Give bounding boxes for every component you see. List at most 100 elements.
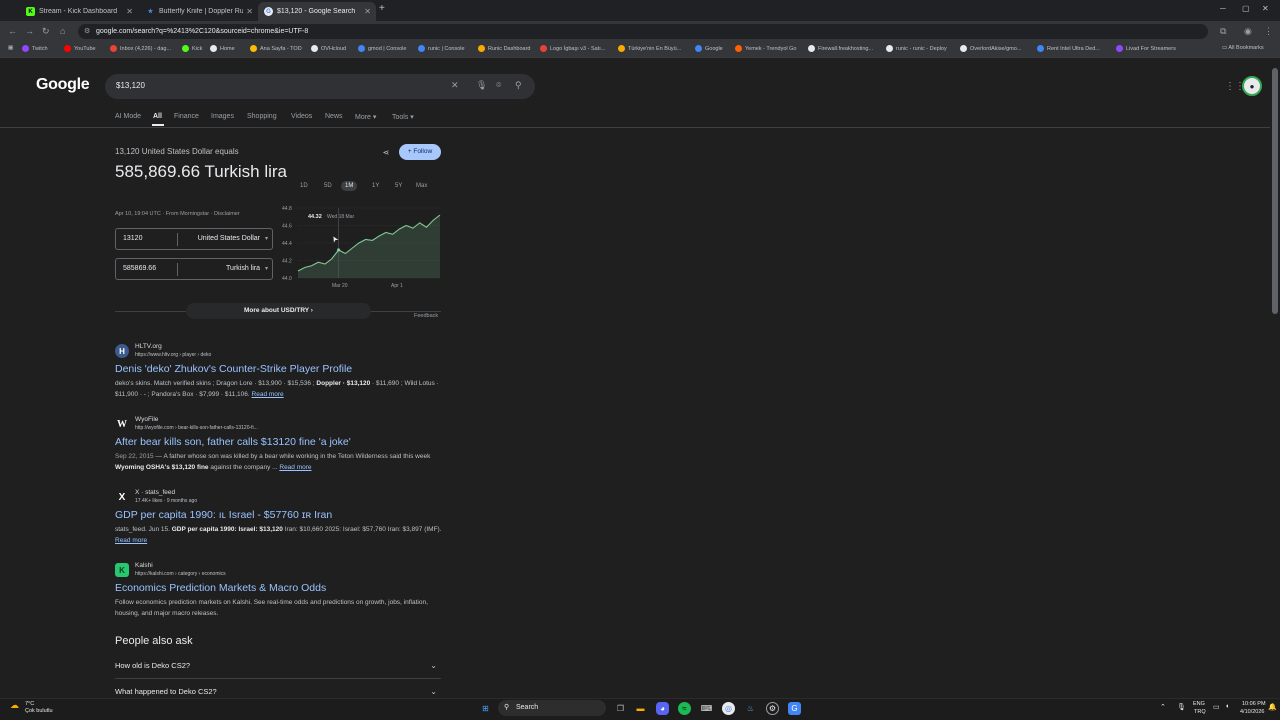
tab-ai-mode[interactable]: AI Mode [115, 113, 141, 120]
bookmark-item[interactable]: Rent Intel Ultra Ded... [1037, 45, 1100, 52]
feedback-link[interactable]: Feedback [414, 313, 438, 319]
task-view-icon[interactable]: ❐ [614, 702, 627, 715]
volume-icon[interactable]: ◖ [1225, 703, 1229, 710]
network-icon[interactable]: ▭ [1213, 703, 1220, 711]
bookmark-item[interactable]: Kick [182, 45, 202, 52]
bookmark-item[interactable]: Türkiye'nin En Büyü... [618, 45, 681, 52]
bookmark-item[interactable]: Home [210, 45, 235, 52]
spotify-icon[interactable]: ≈ [678, 702, 691, 715]
new-tab-button[interactable]: + [379, 3, 385, 14]
browser-tab-butterfly[interactable]: ★ Butterfly Knife | Doppler Rub ✕ [140, 2, 258, 21]
bookmark-item[interactable]: OverlordAkise/gmo... [960, 45, 1021, 52]
bookmark-item[interactable]: gmod | Console [358, 45, 406, 52]
range-1m[interactable]: 1M [341, 181, 358, 191]
from-amount-input[interactable]: 13120 [123, 235, 142, 242]
bookmark-item[interactable]: Yemek - Trendyol Go [735, 45, 796, 52]
tab-tools[interactable]: Tools ▾ [392, 113, 414, 121]
range-1y[interactable]: 1Y [368, 181, 383, 191]
back-icon[interactable]: ← [8, 26, 17, 36]
clock-date[interactable]: 4/10/2026 [1240, 709, 1264, 715]
result-title-link[interactable]: GDP per capita 1990: ıʟ Israel - $57760 … [115, 509, 445, 522]
bookmark-item[interactable]: Inbox (4,226) - dag... [110, 45, 171, 52]
search-box[interactable]: $13,120 ✕ 🎙 ⌾ ⚲ [105, 74, 535, 99]
taskbar-search[interactable]: ⚲ Search [498, 700, 606, 716]
microphone-tray-icon[interactable]: 🎙 [1177, 703, 1186, 711]
close-tab-icon[interactable]: ✕ [246, 7, 253, 16]
search-input[interactable]: $13,120 [116, 81, 145, 90]
settings-gear-icon[interactable]: ⚙ [766, 702, 779, 715]
tray-expand-icon[interactable]: ⌃ [1160, 703, 1166, 711]
tab-all[interactable]: All [153, 113, 162, 120]
google-logo[interactable]: Google [36, 76, 90, 94]
read-more-link[interactable]: Read more [279, 464, 311, 471]
steam-icon[interactable]: ♨ [744, 702, 757, 715]
minimize-icon[interactable]: ─ [1220, 4, 1226, 13]
clear-search-icon[interactable]: ✕ [451, 80, 459, 91]
apps-grid-icon[interactable]: ▦ [8, 45, 13, 51]
home-icon[interactable]: ⌂ [60, 26, 65, 36]
follow-button[interactable]: + Follow [399, 144, 441, 160]
forward-icon[interactable]: → [25, 26, 34, 36]
tab-finance[interactable]: Finance [174, 113, 199, 120]
microphone-icon[interactable]: 🎙 [476, 80, 487, 91]
share-icon[interactable]: ⋖ [377, 145, 395, 161]
bookmark-item[interactable]: Livad For Streamers [1116, 45, 1176, 52]
bookmark-item[interactable]: Ana Sayfa - TOD [250, 45, 302, 52]
range-1d[interactable]: 1D [296, 181, 312, 191]
usd-try-chart[interactable]: 44.8 44.6 44.4 44.2 44.0 44.32 Wed 18 Mar Mar 2… [278, 200, 443, 295]
bookmark-item[interactable]: Twitch [22, 45, 48, 52]
result-title-link[interactable]: Economics Prediction Markets & Macro Odd… [115, 582, 445, 595]
paa-question[interactable]: What happened to Deko CS2? ⌄ [115, 687, 441, 696]
from-currency-select[interactable]: United States Dollar [198, 235, 260, 242]
more-about-usd-try-button[interactable]: More about USD/TRY › [186, 303, 371, 319]
range-5y[interactable]: 5Y [391, 181, 406, 191]
close-tab-icon[interactable]: ✕ [364, 7, 371, 16]
file-explorer-icon[interactable]: ▬ [634, 702, 647, 715]
paa-question[interactable]: How old is Deko CS2? ⌄ [115, 661, 441, 670]
range-5d[interactable]: 5D [320, 181, 336, 191]
window-close-icon[interactable]: ✕ [1262, 4, 1269, 13]
chevron-down-icon[interactable]: ⌄ [430, 687, 437, 696]
bookmark-item[interactable]: runic | Console [418, 45, 465, 52]
notification-bell-icon[interactable]: 🔔 [1268, 703, 1277, 711]
all-bookmarks-button[interactable]: ▭ All Bookmarks [1222, 45, 1264, 51]
app-g-icon[interactable]: G [788, 702, 801, 715]
to-amount-input[interactable]: 585869.66 [123, 265, 156, 272]
bookmark-item[interactable]: Firewall.freakhosting... [808, 45, 873, 52]
read-more-link[interactable]: Read more [252, 391, 284, 398]
chevron-down-icon[interactable]: ⌄ [430, 661, 437, 670]
chevron-down-icon[interactable]: ▾ [265, 235, 268, 242]
bookmark-item[interactable]: Runic Dashboard [478, 45, 531, 52]
profile-icon[interactable]: ◉ [1244, 26, 1252, 37]
chevron-down-icon[interactable]: ▾ [265, 265, 268, 272]
bookmark-item[interactable]: OVHcloud [311, 45, 346, 52]
close-tab-icon[interactable]: ✕ [126, 7, 133, 16]
browser-tab-kick[interactable]: K Stream - Kick Dashboard ✕ [20, 2, 138, 21]
tab-news[interactable]: News [325, 113, 343, 120]
discord-icon[interactable]: ◕ [656, 702, 669, 715]
page-scrollbar[interactable] [1272, 68, 1278, 314]
result-title-link[interactable]: Denis 'deko' Zhukov's Counter-Strike Pla… [115, 363, 445, 376]
language-indicator[interactable]: ENG [1193, 701, 1205, 707]
search-icon[interactable]: ⚲ [515, 80, 522, 91]
site-info-icon[interactable]: ⚙ [84, 24, 90, 39]
tab-more[interactable]: More ▾ [355, 113, 376, 121]
tab-images[interactable]: Images [211, 113, 234, 120]
bookmark-item[interactable]: YouTube [64, 45, 96, 52]
to-currency-select[interactable]: Turkish lira [226, 265, 260, 272]
avatar[interactable]: ● [1242, 76, 1262, 96]
windows-start-icon[interactable]: ⊞ [479, 702, 492, 715]
extensions-icon[interactable]: ⧉ [1220, 26, 1226, 37]
bookmark-item[interactable]: runic - runic - Deploy [886, 45, 947, 52]
menu-kebab-icon[interactable]: ⋮ [1264, 26, 1273, 37]
clock-time[interactable]: 10:06 PM [1242, 701, 1266, 707]
lens-camera-icon[interactable]: ⌾ [496, 80, 501, 91]
bookmark-item[interactable]: Logo İgbaşı v3 - Satı... [540, 45, 605, 52]
app-icon[interactable]: ⌨ [700, 702, 713, 715]
address-bar[interactable]: ⚙ google.com/search?q=%2413%2C120&source… [78, 24, 1208, 39]
maximize-icon[interactable]: ▢ [1242, 4, 1250, 13]
browser-tab-google[interactable]: G $13,120 - Google Search ✕ [258, 2, 376, 21]
chrome-icon[interactable]: ◎ [722, 702, 735, 715]
range-max[interactable]: Max [412, 181, 431, 191]
result-title-link[interactable]: After bear kills son, father calls $1312… [115, 436, 445, 449]
